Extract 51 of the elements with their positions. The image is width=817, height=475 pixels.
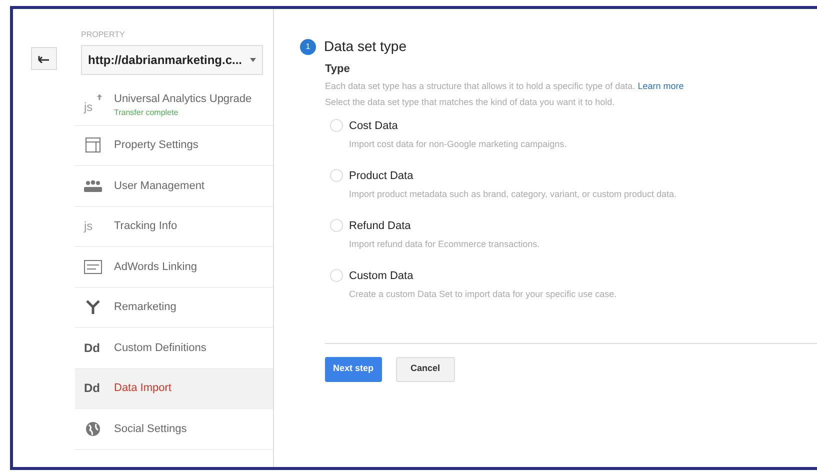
- option-label: Refund Data: [349, 218, 412, 234]
- sidebar-item-label: User Management: [114, 178, 204, 194]
- js-icon: Dd: [84, 379, 102, 398]
- radio-button[interactable]: [330, 118, 343, 132]
- option-description: Import product metadata such as brand, category, variant, or custom product data.: [349, 188, 677, 201]
- option-label: Cost Data: [349, 118, 399, 134]
- option-description: Import cost data for non-Google marketing campaigns.: [349, 138, 567, 151]
- sidebar-item-label: Custom Definitions: [114, 340, 206, 356]
- sidebar-item[interactable]: Property Settings: [75, 126, 273, 166]
- sidebar-item-label: Universal Analytics Upgrade: [114, 92, 252, 106]
- sidebar-item[interactable]: Social Settings: [75, 409, 273, 450]
- radio-button[interactable]: [330, 168, 343, 182]
- fork-icon: [85, 299, 101, 316]
- sidebar-item-label: Social Settings: [114, 422, 187, 436]
- sidebar-item[interactable]: js Universal Analytics Upgrade Transfer complete: [75, 85, 273, 126]
- sidebar-item[interactable]: AdWords Linking: [75, 247, 273, 288]
- cancel-button[interactable]: Cancel: [396, 356, 456, 382]
- step-number-badge: 1: [300, 38, 316, 54]
- radio-button[interactable]: [330, 268, 343, 282]
- sidebar-item[interactable]: Dd Data Import: [75, 368, 273, 409]
- property-label: PROPERTY: [81, 29, 126, 41]
- people-icon: [84, 180, 102, 192]
- js-icon: Dd: [84, 338, 102, 357]
- sidebar-item-label: Tracking Info: [114, 219, 178, 234]
- sidebar-item-label: Data Import: [114, 381, 172, 396]
- option-label: Product Data: [349, 168, 414, 184]
- js-icon: js: [84, 217, 102, 236]
- sidebar-item-label: AdWords Linking: [114, 260, 197, 274]
- sidebar-item[interactable]: js Tracking Info: [75, 206, 273, 247]
- sidebar-item-label: Remarketing: [114, 300, 176, 315]
- radio-button[interactable]: [330, 218, 343, 232]
- list-icon: [84, 260, 102, 274]
- learn-more-link[interactable]: Learn more: [638, 80, 684, 90]
- option-description: Import refund data for Ecommerce transactions.: [349, 238, 540, 251]
- next-step-button[interactable]: Next step: [325, 356, 382, 382]
- description-text: Each data set type has a structure that allows it to hold a specific type of data. Learn more: [325, 80, 685, 93]
- sidebar-item[interactable]: User Management: [75, 166, 273, 206]
- globe-icon: [85, 420, 101, 437]
- panel-icon: [85, 137, 101, 154]
- back-arrow-icon: [38, 54, 50, 62]
- sidebar-item[interactable]: Remarketing: [75, 288, 273, 328]
- step-title: Data set type: [324, 37, 406, 56]
- sidebar-item-label: Property Settings: [114, 138, 198, 153]
- property-dropdown[interactable]: http://dabrianmarketing.c...: [81, 45, 263, 75]
- description-text: Select the data set type that matches the kind of data you want it to hold.: [325, 96, 616, 109]
- section-heading: Type: [325, 62, 351, 77]
- back-button[interactable]: [31, 47, 57, 70]
- option-description: Create a custom Data Set to import data for your specific use case.: [349, 288, 617, 301]
- option-label: Custom Data: [349, 268, 414, 284]
- status-text: Transfer complete: [114, 107, 180, 119]
- caret-icon: [250, 58, 256, 62]
